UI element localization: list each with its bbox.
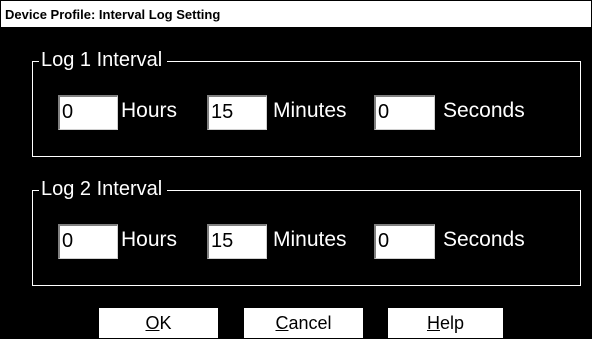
log2-seconds-value: 0 xyxy=(378,230,390,252)
log1-interval-group: Log 1 Interval 0 Hours 15 Minutes 0 Seco… xyxy=(32,48,581,157)
log1-seconds-field[interactable]: 0 xyxy=(374,95,435,130)
ok-mnemonic: O xyxy=(145,313,160,333)
ok-label-rest: K xyxy=(159,313,172,333)
log2-minutes-value: 15 xyxy=(211,230,234,252)
log2-interval-group: Log 2 Interval 0 Hours 15 Minutes 0 Seco… xyxy=(32,177,581,286)
cancel-button[interactable]: Cancel xyxy=(244,308,363,338)
log2-hours-label: Hours xyxy=(121,228,178,251)
log1-minutes-label: Minutes xyxy=(273,99,347,122)
log1-hours-field[interactable]: 0 xyxy=(58,95,118,130)
window-title: Device Profile: Interval Log Setting xyxy=(5,7,221,22)
dialog-window: Device Profile: Interval Log Setting Log… xyxy=(0,0,592,339)
cancel-label-rest: ancel xyxy=(288,313,332,333)
cancel-mnemonic: C xyxy=(275,313,289,333)
help-label-rest: elp xyxy=(439,313,465,333)
log2-seconds-field[interactable]: 0 xyxy=(374,224,435,259)
log1-group-title: Log 1 Interval xyxy=(39,48,168,72)
log1-minutes-field[interactable]: 15 xyxy=(207,95,267,130)
help-button[interactable]: Help xyxy=(388,308,503,338)
log1-hours-value: 0 xyxy=(62,101,74,123)
log2-minutes-field[interactable]: 15 xyxy=(207,224,267,259)
log1-seconds-label: Seconds xyxy=(443,99,525,122)
log2-seconds-label: Seconds xyxy=(443,228,525,251)
log2-minutes-label: Minutes xyxy=(273,228,347,251)
log1-hours-label: Hours xyxy=(121,99,178,122)
ok-button[interactable]: OK xyxy=(99,308,218,338)
help-mnemonic: H xyxy=(426,313,440,333)
title-bar: Device Profile: Interval Log Setting xyxy=(1,1,591,29)
log2-hours-field[interactable]: 0 xyxy=(58,224,118,259)
log2-group-title: Log 2 Interval xyxy=(39,177,168,201)
log2-hours-value: 0 xyxy=(62,230,74,252)
log1-seconds-value: 0 xyxy=(378,101,390,123)
log1-minutes-value: 15 xyxy=(211,101,234,123)
